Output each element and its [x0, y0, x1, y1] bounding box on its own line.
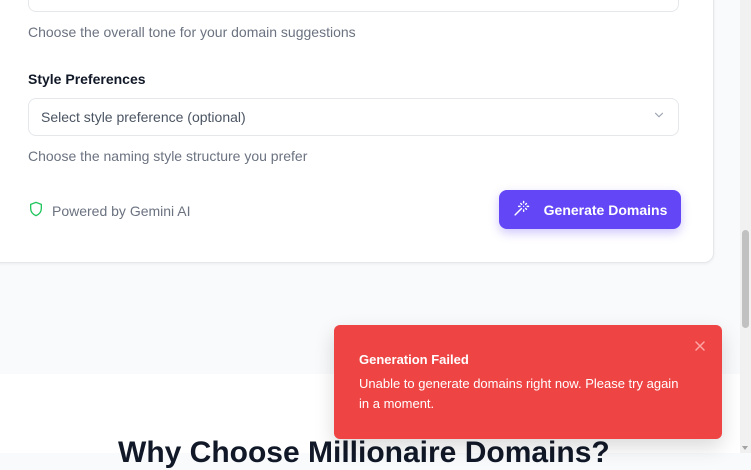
- scroll-down-arrow-icon[interactable]: [742, 446, 748, 450]
- style-preferences-label: Style Preferences: [28, 71, 146, 87]
- shield-icon: [28, 201, 44, 220]
- generate-domains-label: Generate Domains: [543, 201, 668, 218]
- generate-domains-button[interactable]: Generate Domains: [499, 190, 681, 229]
- powered-by-text: Powered by Gemini AI: [52, 202, 191, 219]
- tone-select[interactable]: [28, 0, 679, 12]
- magic-wand-icon: [513, 200, 530, 220]
- scrollbar-thumb[interactable]: [742, 230, 749, 328]
- close-icon[interactable]: [694, 339, 706, 351]
- powered-by: Powered by Gemini AI: [28, 201, 191, 220]
- features-heading: Why Choose Millionaire Domains?: [118, 436, 610, 469]
- style-preference-placeholder: Select style preference (optional): [41, 109, 246, 125]
- page-scrollbar[interactable]: [740, 0, 751, 453]
- style-preference-select[interactable]: Select style preference (optional): [28, 98, 679, 136]
- tone-helper-text: Choose the overall tone for your domain …: [28, 24, 356, 40]
- chevron-down-icon: [652, 108, 666, 127]
- toast-title: Generation Failed: [359, 352, 469, 367]
- toast-message: Unable to generate domains right now. Pl…: [359, 376, 679, 411]
- error-toast: Generation Failed Unable to generate dom…: [334, 325, 722, 439]
- style-helper-text: Choose the naming style structure you pr…: [28, 148, 308, 164]
